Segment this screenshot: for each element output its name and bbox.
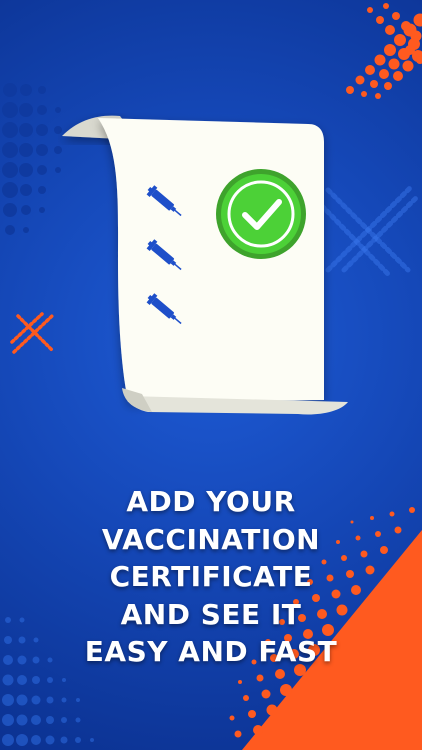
orange-halftone-top-right (330, 0, 422, 100)
headline-line: CERTIFICATE (109, 560, 313, 593)
certificate-scroll (62, 115, 348, 415)
syringe-icon (144, 182, 186, 226)
headline: ADD YOUR VACCINATION CERTIFICATE AND SEE… (0, 483, 422, 671)
headline-line: VACCINATION (101, 522, 321, 556)
syringe-icon (144, 290, 186, 334)
headline-line: ADD YOUR (126, 485, 296, 518)
certificate-document (58, 110, 354, 420)
app-store-screenshot: ADD YOUR VACCINATION CERTIFICATE AND SEE… (0, 0, 422, 750)
syringe-icon (144, 236, 186, 280)
headline-line: AND SEE IT (120, 597, 302, 631)
orange-cross-left (10, 312, 56, 356)
headline-line: EASY AND FAST (84, 635, 338, 668)
checkmark-circle-icon (215, 168, 307, 264)
